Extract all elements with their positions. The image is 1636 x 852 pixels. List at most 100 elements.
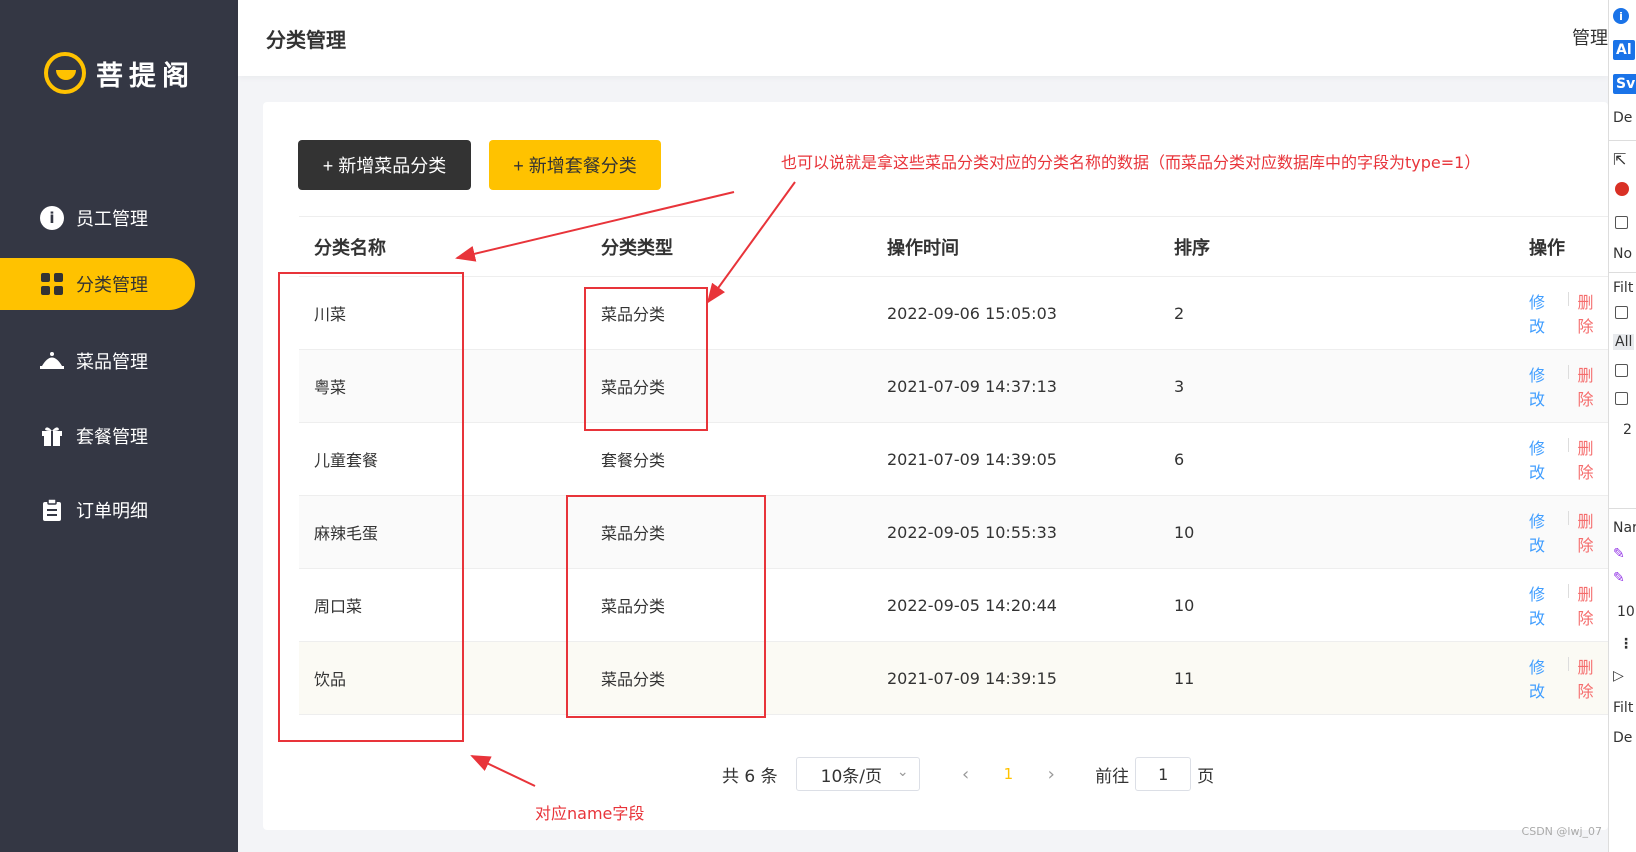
checkbox[interactable] — [1615, 306, 1628, 319]
top-header: 分类管理 管理 — [238, 0, 1608, 76]
table-row: 粤菜 菜品分类 2021-07-09 14:37:13 3 修改 删除 — [299, 350, 1608, 423]
annotation-bottom-note: 对应name字段 — [535, 804, 645, 823]
cell-actions: 修改 删除 — [1529, 423, 1608, 495]
divider — [1609, 140, 1636, 141]
cell-actions: 修改 删除 — [1529, 642, 1608, 714]
delete-link[interactable]: 删除 — [1567, 654, 1609, 702]
sidebar-item-order[interactable]: 订单明细 — [0, 484, 195, 536]
record-icon[interactable] — [1615, 182, 1629, 196]
sidebar-item-label: 分类管理 — [76, 275, 148, 296]
sidebar-item-employee[interactable]: i 员工管理 — [0, 192, 195, 244]
edit-link[interactable]: 修改 — [1529, 362, 1560, 410]
cell-name: 川菜 — [314, 305, 347, 324]
cell-actions: 修改 删除 — [1529, 350, 1608, 422]
filter-input[interactable]: Filt — [1613, 280, 1633, 296]
checkbox[interactable] — [1615, 392, 1628, 405]
column-header-sort: 排序 — [1174, 237, 1210, 259]
cell-type: 菜品分类 — [601, 670, 666, 689]
logo-icon — [44, 52, 86, 94]
cell-actions: 修改 删除 — [1529, 569, 1608, 641]
edit-link[interactable]: 修改 — [1529, 581, 1560, 629]
table-row: 周口菜 菜品分类 2022-09-05 14:20:44 10 修改 删除 — [299, 569, 1608, 642]
sidebar-item-setmeal[interactable]: 套餐管理 — [0, 410, 195, 462]
edit-link[interactable]: 修改 — [1529, 508, 1560, 556]
devtools-tab[interactable]: Al — [1613, 40, 1635, 60]
cell-time: 2021-07-09 14:39:05 — [887, 449, 1057, 469]
cell-sort: 3 — [1174, 376, 1185, 396]
cell-name: 儿童套餐 — [314, 451, 379, 470]
edit-link[interactable]: 修改 — [1529, 289, 1560, 337]
pagination-total: 共 6 条 — [722, 766, 778, 787]
add-dish-category-button[interactable]: + 新增菜品分类 — [298, 140, 471, 190]
sidebar-item-label: 订单明细 — [76, 501, 148, 522]
cell-actions: 修改 删除 — [1529, 277, 1608, 349]
sidebar-item-category[interactable]: 分类管理 — [0, 258, 195, 310]
cell-type: 套餐分类 — [601, 451, 666, 470]
page-size-select[interactable]: 10条/页 ⌄ — [795, 757, 920, 791]
devtools-label: 2 — [1623, 422, 1632, 438]
delete-link[interactable]: 删除 — [1567, 581, 1609, 629]
table-row: 饮品 菜品分类 2021-07-09 14:39:15 11 修改 删除 — [299, 642, 1608, 715]
devtools-label: Nar — [1613, 520, 1636, 536]
cell-actions: 修改 删除 — [1529, 496, 1608, 568]
clipboard-icon — [40, 498, 64, 522]
cell-type: 菜品分类 — [601, 378, 666, 397]
table-row: 川菜 菜品分类 2022-09-06 15:05:03 2 修改 删除 — [299, 277, 1608, 350]
cell-type: 菜品分类 — [601, 305, 666, 324]
info-icon: i — [40, 206, 64, 230]
gift-icon — [40, 424, 64, 448]
info-icon[interactable]: i — [1613, 8, 1629, 24]
sidebar-item-label: 套餐管理 — [76, 427, 148, 448]
column-header-time: 操作时间 — [887, 237, 959, 259]
next-page-icon[interactable]: › — [1039, 764, 1063, 785]
watermark: CSDN @lwj_07 — [1521, 825, 1602, 838]
cell-name: 粤菜 — [314, 378, 347, 397]
devtools-tab[interactable]: Sv — [1613, 74, 1636, 94]
cell-name: 饮品 — [314, 670, 347, 689]
divider — [1609, 508, 1636, 509]
sidebar: 菩提阁 i 员工管理 分类管理 菜品管理 套餐管理 订单明细 — [0, 0, 238, 852]
devtools-panel: i Al Sv De ⇱ No Filt All 2 Nar ✎ ✎ 10 ⋮ … — [1608, 0, 1636, 852]
cell-sort: 6 — [1174, 449, 1185, 469]
delete-link[interactable]: 删除 — [1567, 435, 1609, 483]
inspect-icon[interactable]: ⇱ — [1613, 150, 1626, 169]
pagination: 共 6 条 10条/页 ⌄ ‹ 1 › 前往 页 — [722, 757, 1214, 791]
checkbox[interactable] — [1615, 216, 1628, 229]
edit-link[interactable]: 修改 — [1529, 654, 1560, 702]
page-number[interactable]: 1 — [1004, 765, 1014, 783]
cell-sort: 10 — [1174, 595, 1195, 615]
column-header-type: 分类类型 — [601, 237, 673, 259]
divider — [1609, 272, 1636, 273]
cell-sort: 11 — [1174, 668, 1195, 688]
checkbox[interactable] — [1615, 364, 1628, 377]
annotation-top-note: 也可以说就是拿这些菜品分类对应的分类名称的数据（而菜品分类对应数据库中的字段为t… — [781, 153, 1481, 172]
delete-link[interactable]: 删除 — [1567, 289, 1609, 337]
add-setmeal-category-button[interactable]: + 新增套餐分类 — [489, 140, 661, 190]
devtools-filter-all[interactable]: All — [1613, 334, 1635, 350]
devtools-label: No — [1613, 246, 1633, 262]
delete-link[interactable]: 删除 — [1567, 508, 1609, 556]
edit-icon: ✎ — [1613, 570, 1625, 586]
grid-icon — [40, 272, 64, 296]
delete-link[interactable]: 删除 — [1567, 362, 1609, 410]
cell-type: 菜品分类 — [601, 597, 666, 616]
sidebar-item-dish[interactable]: 菜品管理 — [0, 335, 195, 387]
column-header-name: 分类名称 — [314, 237, 386, 259]
chevron-down-icon: ⌄ — [896, 764, 909, 780]
cell-sort: 2 — [1174, 303, 1185, 323]
goto-page-input[interactable] — [1135, 757, 1192, 791]
user-menu[interactable]: 管理 — [1572, 24, 1608, 50]
table-header: 分类名称 分类类型 操作时间 排序 操作 — [299, 217, 1608, 277]
edit-icon: ✎ — [1613, 546, 1625, 562]
play-icon[interactable]: ▷ — [1613, 668, 1624, 684]
edit-link[interactable]: 修改 — [1529, 435, 1560, 483]
cell-time: 2022-09-05 10:55:33 — [887, 522, 1057, 542]
brand-logo[interactable]: 菩提阁 — [44, 52, 195, 94]
cell-name: 周口菜 — [314, 597, 363, 616]
prev-page-icon[interactable]: ‹ — [954, 764, 978, 785]
category-table: 分类名称 分类类型 操作时间 排序 操作 川菜 菜品分类 2022-09-06 … — [299, 216, 1608, 715]
table-row: 儿童套餐 套餐分类 2021-07-09 14:39:05 6 修改 删除 — [299, 423, 1608, 496]
cell-time: 2022-09-06 15:05:03 — [887, 303, 1057, 323]
filter-input[interactable]: Filt — [1613, 700, 1633, 716]
more-icon[interactable]: ⋮ — [1619, 636, 1633, 652]
